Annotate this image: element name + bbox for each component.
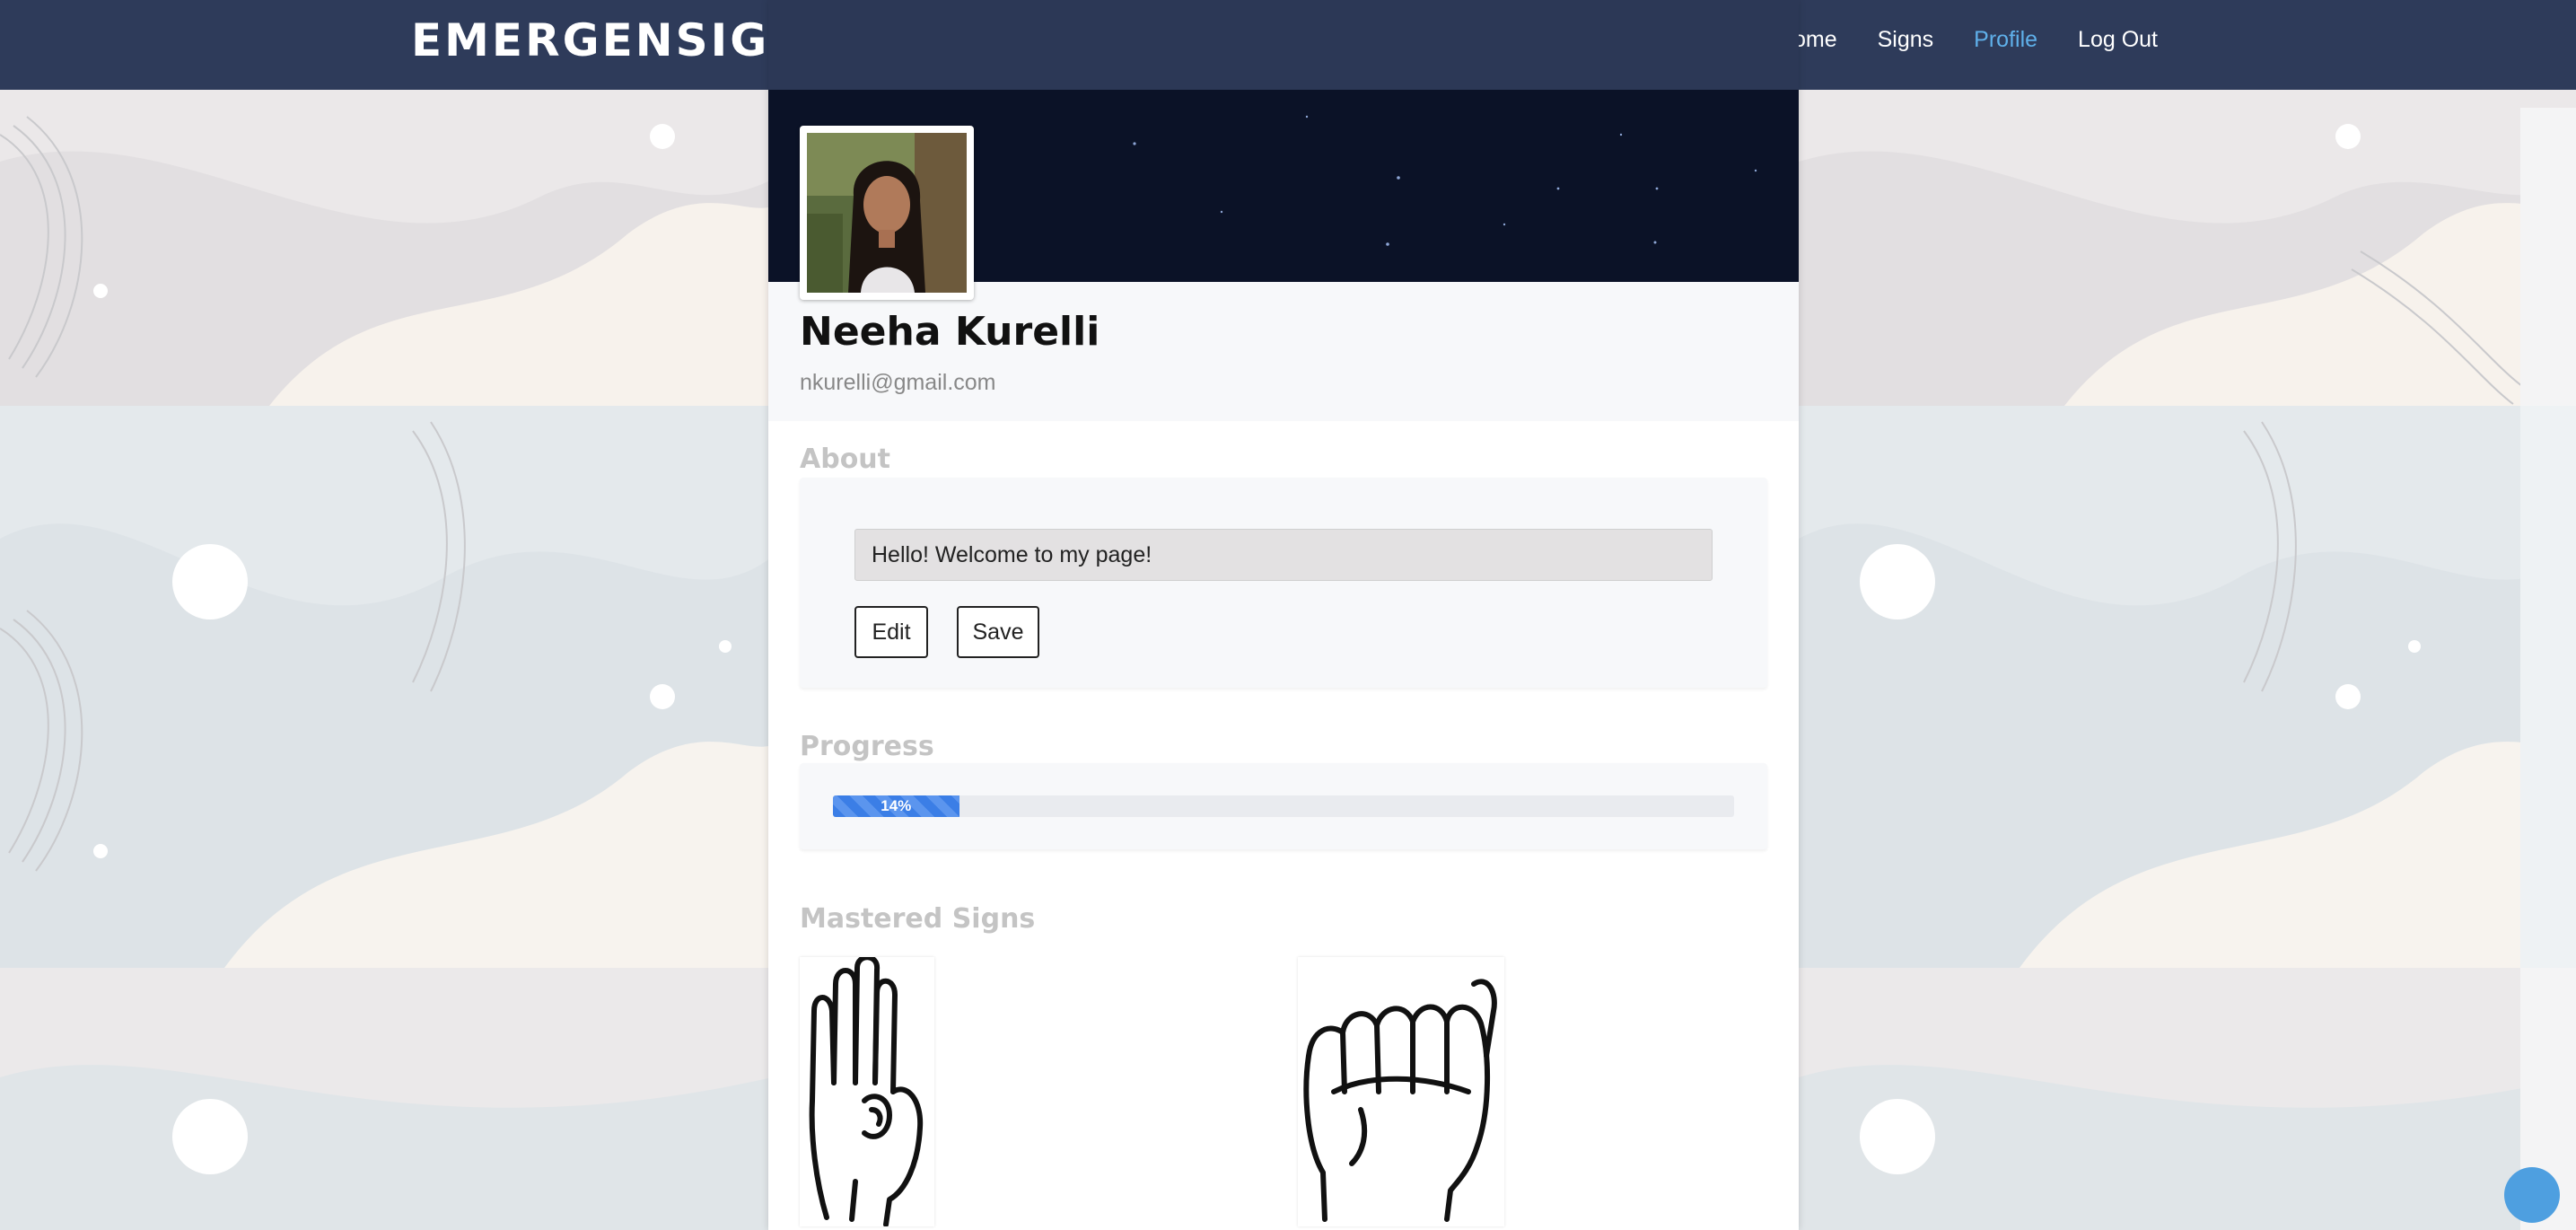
nav-logout-link[interactable]: Log Out [2078,27,2158,53]
nav-profile-link[interactable]: Profile [1974,27,2037,53]
mastered-sign-card[interactable] [800,954,934,1227]
about-text-field[interactable]: Hello! Welcome to my page! [854,529,1713,581]
progress-heading: Progress [800,731,934,762]
profile-photo [807,133,967,293]
mastered-sign-card[interactable] [1298,957,1504,1226]
progress-bar: 14% [833,795,1734,817]
progress-panel: 14% [800,763,1767,849]
profile-name: Neeha Kurelli [800,309,1100,355]
mastered-signs-heading: Mastered Signs [800,903,1036,935]
asl-letter-b-hand-icon [809,954,924,1227]
card-top-strip [768,0,1799,90]
profile-header: Neeha Kurelli nkurelli@gmail.com [768,282,1799,421]
profile-email: nkurelli@gmail.com [800,370,996,395]
profile-card: Neeha Kurelli nkurelli@gmail.com About H… [768,0,1799,1230]
about-panel: Hello! Welcome to my page! Edit Save [800,478,1767,688]
edit-button[interactable]: Edit [854,606,928,658]
nav-signs-link[interactable]: Signs [1878,27,1934,53]
progress-bar-fill: 14% [833,795,959,817]
chat-bubble-button[interactable] [2504,1167,2560,1223]
save-button[interactable]: Save [957,606,1039,658]
asl-letter-a-hand-icon [1303,979,1497,1222]
avatar[interactable] [800,126,974,300]
about-heading: About [800,444,891,475]
nav-links: Home Signs Profile Log Out [1777,27,2158,53]
